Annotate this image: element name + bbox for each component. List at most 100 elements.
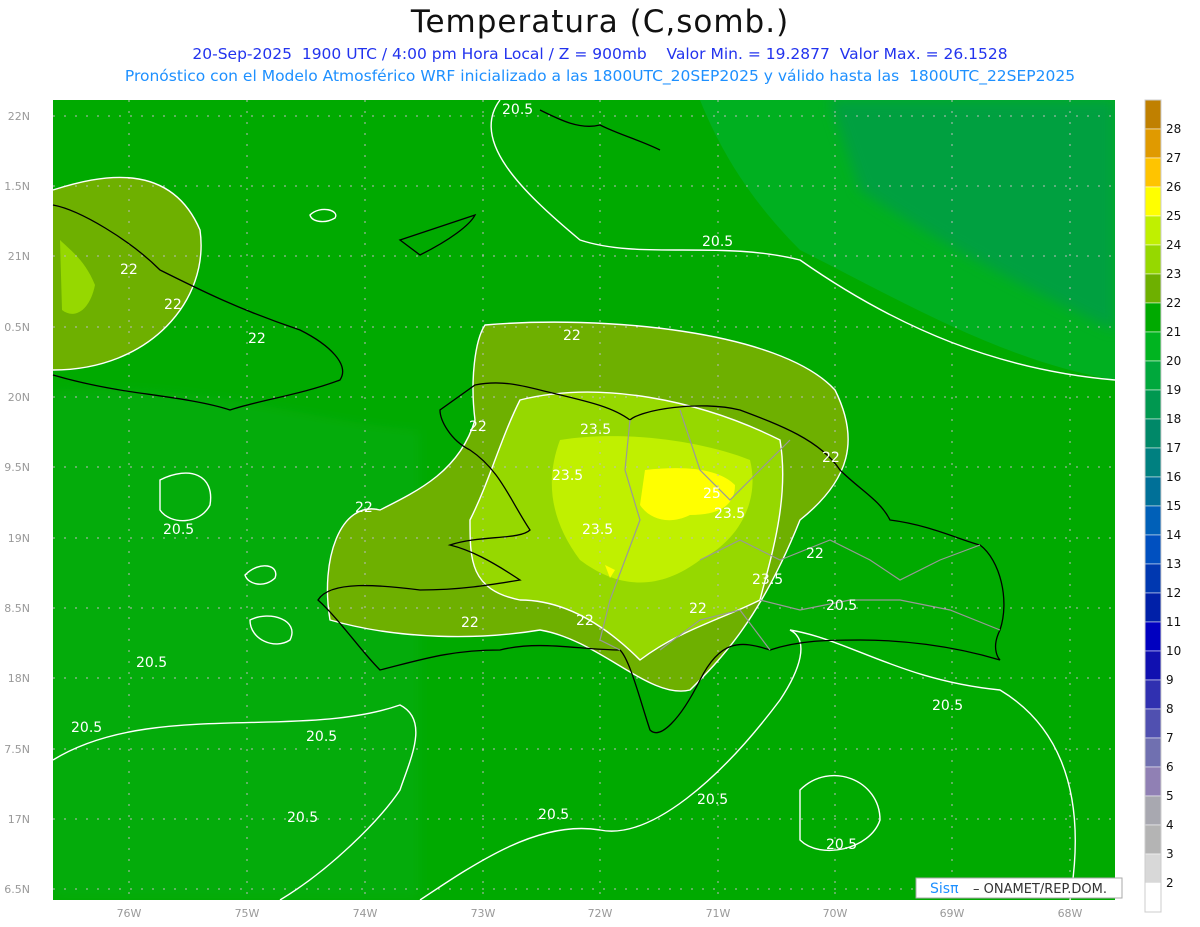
contour-label: 22 — [689, 601, 707, 617]
lat-label: 9.5N — [4, 461, 30, 474]
credit-brand: Sisπ — [930, 881, 959, 897]
contour-label: 22 — [806, 546, 824, 562]
legend-label: 6 — [1166, 760, 1174, 774]
lon-label: 71W — [706, 907, 731, 920]
contour-label: 23.5 — [552, 468, 583, 484]
contour-label: 22 — [355, 500, 373, 516]
legend-label: 4 — [1166, 818, 1174, 832]
contour-label: 22 — [576, 613, 594, 629]
legend-label: 3 — [1166, 847, 1174, 861]
lon-label: 70W — [823, 907, 848, 920]
contour-label: 22 — [164, 297, 182, 313]
lon-label: 69W — [940, 907, 965, 920]
contour-label: 20.5 — [71, 720, 102, 736]
contour-label: 23.5 — [580, 422, 611, 438]
contour-label: 20.5 — [702, 234, 733, 250]
legend-label: 19 — [1166, 383, 1181, 397]
legend-swatch — [1144, 650, 1162, 681]
contour-label: 20.5 — [697, 792, 728, 808]
lat-label: 21N — [8, 250, 30, 263]
lat-label: 1.5N — [4, 180, 30, 193]
lat-label: 8.5N — [4, 602, 30, 615]
legend-label: 10 — [1166, 644, 1181, 658]
legend-swatch — [1144, 592, 1162, 623]
lon-label: 76W — [117, 907, 142, 920]
contour-label: 22 — [120, 262, 138, 278]
temperature-map: 20.5 22 22 22 20.5 22 23.5 23.5 22 25 23… — [4, 99, 1181, 920]
legend-swatch — [1144, 128, 1162, 159]
lon-label: 68W — [1058, 907, 1083, 920]
contour-label: 20.5 — [932, 698, 963, 714]
legend-label: 9 — [1166, 673, 1174, 687]
legend-swatch — [1144, 186, 1162, 217]
legend-label: 15 — [1166, 499, 1181, 513]
credit-box: Sisπ – ONAMET/REP.DOM. — [915, 877, 1123, 899]
legend-label: 2 — [1166, 876, 1174, 890]
legend-swatch — [1144, 476, 1162, 507]
contour-label: 22 — [248, 331, 266, 347]
legend-label: 14 — [1166, 528, 1181, 542]
legend-label: 25 — [1166, 209, 1181, 223]
contour-label: 23.5 — [752, 572, 783, 588]
legend-swatch — [1144, 273, 1162, 304]
lon-label: 73W — [471, 907, 496, 920]
lat-label: 19N — [8, 532, 30, 545]
lat-label: 7.5N — [4, 743, 30, 756]
legend-swatch — [1144, 708, 1162, 739]
contour-label: 20.5 — [826, 837, 857, 853]
contour-label: 22 — [461, 615, 479, 631]
shaded-field — [53, 100, 1115, 900]
legend-swatch — [1144, 331, 1162, 362]
lat-label: 18N — [8, 672, 30, 685]
contour-label: 22 — [563, 328, 581, 344]
legend-label: 5 — [1166, 789, 1174, 803]
legend-swatch — [1144, 766, 1162, 797]
legend-swatch — [1144, 621, 1162, 652]
contour-label: 20.5 — [306, 729, 337, 745]
legend-swatch — [1144, 215, 1162, 246]
legend-label: 22 — [1166, 296, 1181, 310]
legend-swatch — [1144, 360, 1162, 391]
legend-label: 26 — [1166, 180, 1181, 194]
credit-text: – ONAMET/REP.DOM. — [973, 882, 1107, 897]
legend-swatch — [1144, 534, 1162, 565]
legend-swatch — [1144, 853, 1162, 884]
legend-label: 20 — [1166, 354, 1181, 368]
longitude-labels: 76W 75W 74W 73W 72W 71W 70W 69W 68W — [117, 907, 1083, 920]
legend-swatch — [1144, 389, 1162, 420]
legend-swatch — [1144, 505, 1162, 536]
contour-label: 23.5 — [714, 506, 745, 522]
contour-label: 22 — [822, 450, 840, 466]
legend-swatch — [1144, 244, 1162, 275]
lat-label: 0.5N — [4, 321, 30, 334]
legend-label: 12 — [1166, 586, 1181, 600]
legend-swatch — [1144, 447, 1162, 478]
legend-label: 11 — [1166, 615, 1181, 629]
legend-label: 8 — [1166, 702, 1174, 716]
legend-swatch — [1144, 99, 1162, 130]
legend-swatch — [1144, 302, 1162, 333]
contour-label: 25 — [703, 486, 721, 502]
legend-swatch — [1144, 418, 1162, 449]
legend-label: 21 — [1166, 325, 1181, 339]
legend-swatch — [1144, 737, 1162, 768]
lat-label: 17N — [8, 813, 30, 826]
legend-swatch — [1145, 883, 1161, 912]
contour-label: 20.5 — [163, 522, 194, 538]
legend-swatch — [1144, 563, 1162, 594]
legend-label: 23 — [1166, 267, 1181, 281]
lon-label: 72W — [588, 907, 613, 920]
contour-label: 20.5 — [136, 655, 167, 671]
legend-label: 28 — [1166, 122, 1181, 136]
contour-label: 20.5 — [826, 598, 857, 614]
legend-swatch — [1144, 679, 1162, 710]
legend-label: 16 — [1166, 470, 1181, 484]
contour-label: 22 — [469, 419, 487, 435]
lat-label: 22N — [8, 110, 30, 123]
color-legend: 2827262524232221201918171615141312111098… — [1144, 99, 1181, 913]
legend-swatch — [1144, 795, 1162, 826]
contour-label: 23.5 — [582, 522, 613, 538]
legend-label: 18 — [1166, 412, 1181, 426]
lon-label: 75W — [235, 907, 260, 920]
latitude-labels: 22N 1.5N 21N 0.5N 20N 9.5N 19N 8.5N 18N … — [4, 110, 30, 896]
